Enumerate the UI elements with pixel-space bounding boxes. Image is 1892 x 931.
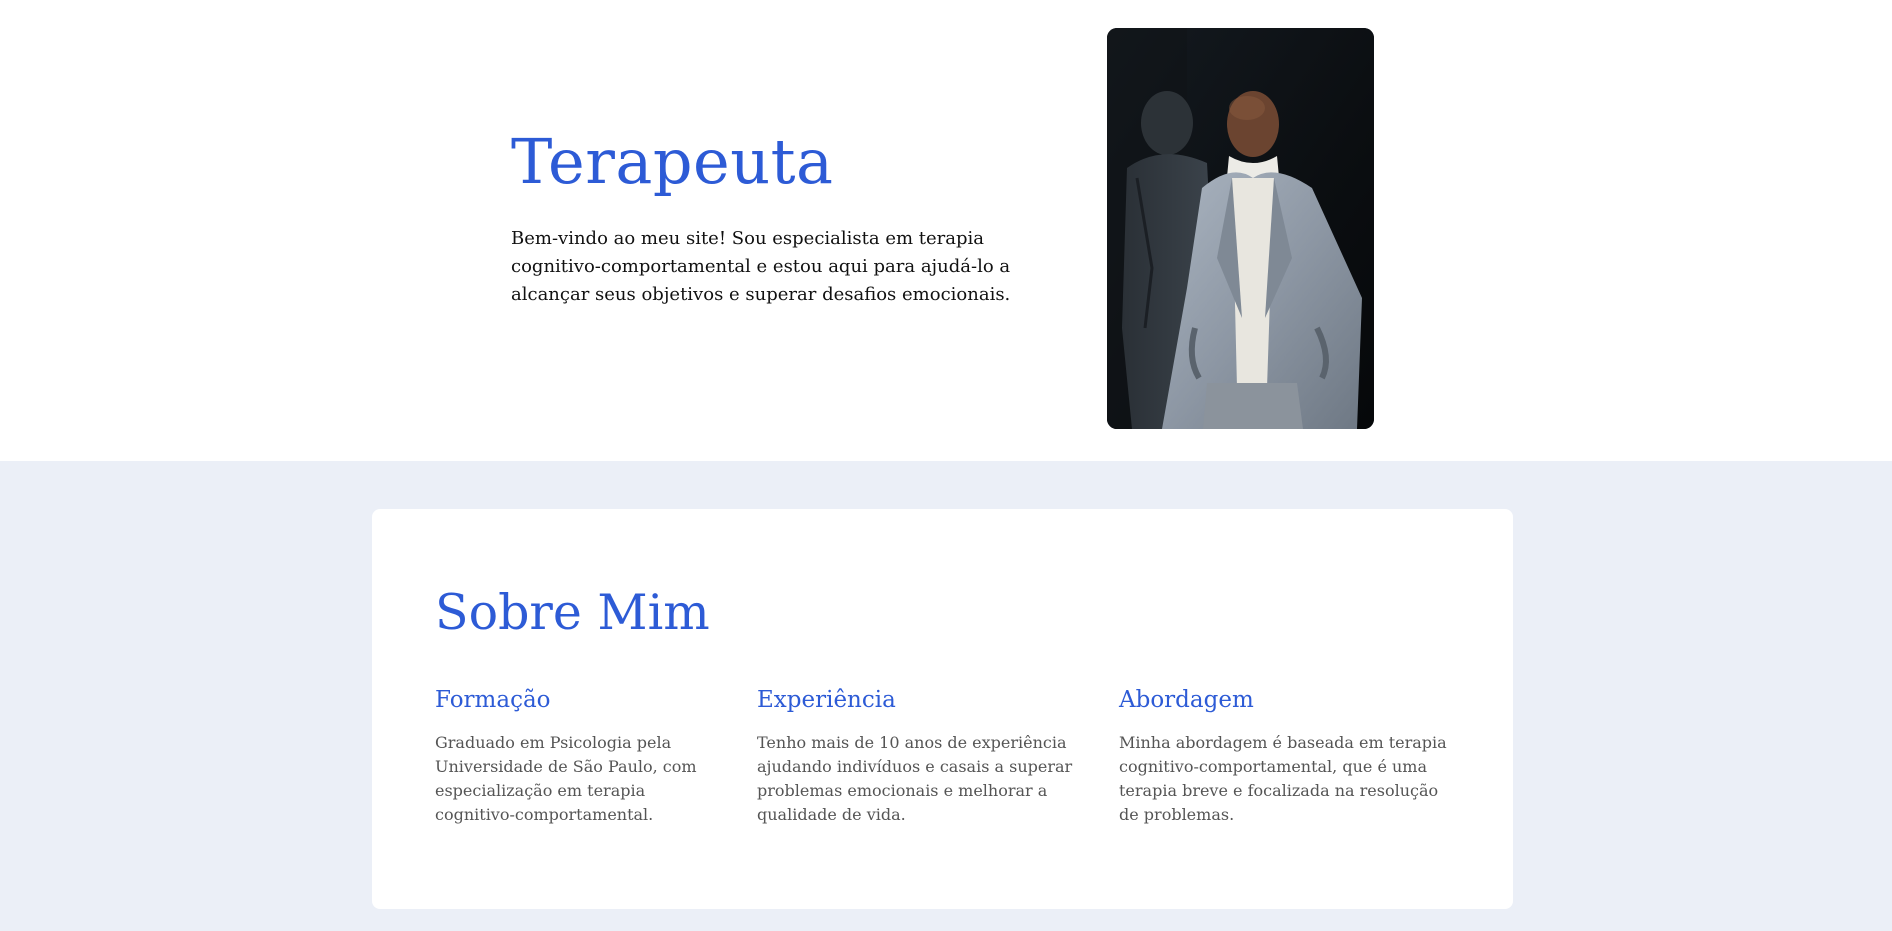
about-column-experiencia: Experiência Tenho mais de 10 anos de exp… [757, 685, 1077, 827]
about-card: Sobre Mim Formação Graduado em Psicologi… [372, 509, 1513, 909]
hero-title: Terapeuta [511, 125, 834, 198]
column-text: Tenho mais de 10 anos de experiência aju… [757, 733, 1073, 824]
column-heading: Experiência [757, 687, 896, 713]
column-heading: Formação [435, 687, 551, 713]
hero-section: Terapeuta Bem-vindo ao meu site! Sou esp… [0, 0, 1892, 461]
column-text: Minha abordagem é baseada em terapia cog… [1119, 733, 1447, 824]
hero-description: Bem-vindo ao meu site! Sou especialista … [511, 228, 1011, 306]
therapist-photo [1107, 28, 1374, 429]
about-column-abordagem: Abordagem Minha abordagem é baseada em t… [1119, 685, 1449, 827]
hero-text-block: Terapeuta Bem-vindo ao meu site! Sou esp… [511, 125, 1051, 309]
about-column-formacao: Formação Graduado em Psicologia pela Uni… [435, 685, 725, 827]
column-text: Graduado em Psicologia pela Universidade… [435, 733, 697, 824]
about-title: Sobre Mim [435, 584, 710, 641]
column-heading: Abordagem [1119, 687, 1254, 713]
